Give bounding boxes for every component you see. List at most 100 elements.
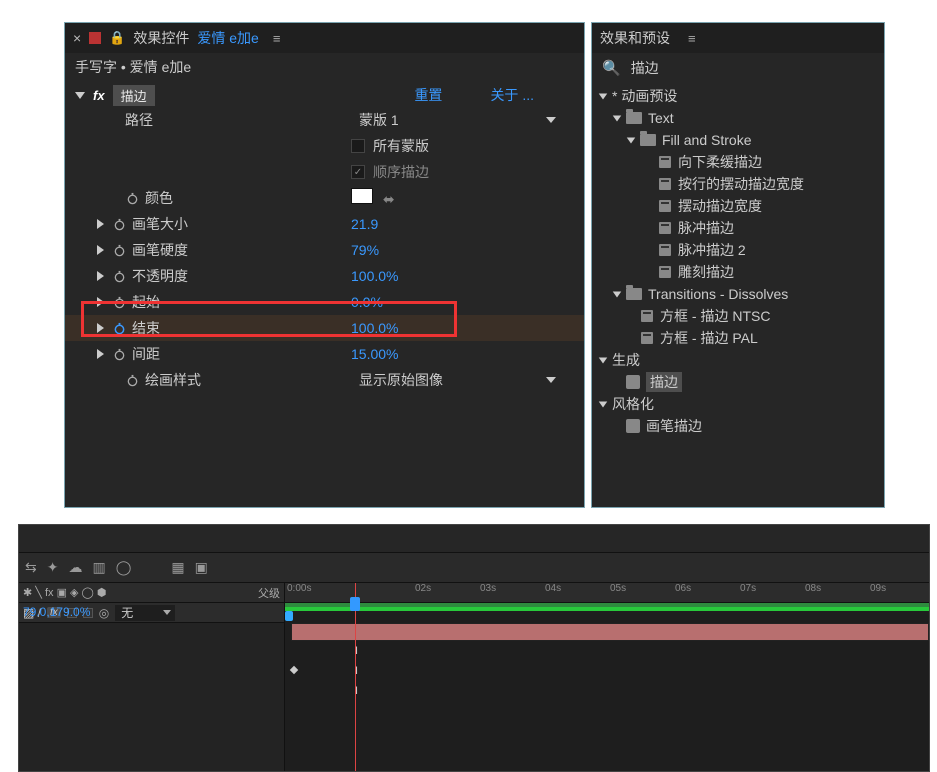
stopwatch-icon[interactable]: [112, 347, 126, 361]
panel-menu-icon[interactable]: ≡: [273, 31, 281, 46]
tree-anim-presets[interactable]: * 动画预设: [598, 85, 878, 107]
start-value[interactable]: 0.0%: [351, 294, 383, 310]
presets-tabbar: 效果和预设 ≡: [592, 23, 884, 53]
tree-preset-item[interactable]: 摆动描边宽度: [598, 195, 878, 217]
tree-transitions[interactable]: Transitions - Dissolves: [598, 283, 878, 305]
brush-size-value[interactable]: 21.9: [351, 216, 378, 232]
tool-icon[interactable]: ▣: [195, 559, 208, 576]
prop-brush-hard: 画笔硬度 79%: [65, 237, 584, 263]
effect-twirl-icon[interactable]: [75, 92, 85, 99]
panel-menu-icon[interactable]: ≡: [688, 31, 696, 46]
parent-pickwhip-icon[interactable]: ◎: [99, 606, 109, 620]
tree-stylize-item[interactable]: 画笔描边: [598, 415, 878, 437]
tool-icon[interactable]: ⇆: [25, 559, 37, 576]
tool-icon[interactable]: ◯: [116, 559, 132, 576]
end-value[interactable]: 100.0%: [351, 320, 398, 336]
eyedropper-icon[interactable]: ⬌: [383, 191, 395, 207]
twirl-right-icon[interactable]: [97, 297, 104, 307]
stopwatch-icon[interactable]: [112, 243, 126, 257]
layer-duration-bar[interactable]: [291, 623, 929, 641]
all-masks-checkbox[interactable]: [351, 139, 365, 153]
brush-hard-value[interactable]: 79%: [351, 242, 379, 258]
tree-generate-item[interactable]: 描边: [598, 371, 878, 393]
keyframe-icon[interactable]: [290, 666, 298, 674]
reset-link[interactable]: 重置: [414, 85, 442, 105]
tree-fill-stroke[interactable]: Fill and Stroke: [598, 129, 878, 151]
effect-name[interactable]: 描边: [113, 85, 155, 106]
stopwatch-icon[interactable]: [125, 373, 139, 387]
tree-stylize[interactable]: 风格化: [598, 393, 878, 415]
tool-icon[interactable]: ✦: [47, 559, 59, 576]
stopwatch-icon[interactable]: [112, 217, 126, 231]
scale-value[interactable]: 79.0,179.0%: [23, 605, 90, 619]
tree-generate[interactable]: 生成: [598, 349, 878, 371]
preset-icon: [658, 243, 672, 257]
tree-preset-item[interactable]: 向下柔缓描边: [598, 151, 878, 173]
tree-preset-item[interactable]: 雕刻描边: [598, 261, 878, 283]
preset-icon: [658, 177, 672, 191]
tree-preset-item[interactable]: 方框 - 描边 PAL: [598, 327, 878, 349]
stopwatch-icon[interactable]: [125, 191, 139, 205]
close-icon[interactable]: ×: [73, 30, 81, 46]
all-masks-label: 所有蒙版: [373, 136, 429, 156]
path-dropdown[interactable]: 蒙版 1: [351, 109, 564, 131]
work-area-bar[interactable]: [285, 607, 929, 611]
layer-link[interactable]: 爱情 e加e: [197, 28, 258, 48]
seq-stroke-checkbox[interactable]: ✓: [351, 165, 365, 179]
ruler-tick: 08s: [805, 583, 821, 594]
opacity-value[interactable]: 100.0%: [351, 268, 398, 284]
fx-badge-icon[interactable]: fx: [93, 88, 105, 103]
paint-style-dropdown[interactable]: 显示原始图像: [351, 369, 564, 391]
tree-text[interactable]: Text: [598, 107, 878, 129]
end-label: 结束: [132, 318, 160, 338]
time-ruler[interactable]: 0:00s 02s 03s 04s 05s 06s 07s 08s 09s: [285, 583, 929, 603]
spacing-value[interactable]: 15.00%: [351, 346, 398, 362]
work-area-start-handle[interactable]: [285, 611, 293, 621]
ruler-tick: 06s: [675, 583, 691, 594]
prop-brush-size: 画笔大小 21.9: [65, 211, 584, 237]
twirl-right-icon[interactable]: [97, 271, 104, 281]
twirl-right-icon[interactable]: [97, 219, 104, 229]
tree-preset-item[interactable]: 按行的摆动描边宽度: [598, 173, 878, 195]
effect-icon: [626, 419, 640, 433]
search-icon[interactable]: 🔍: [602, 59, 621, 77]
stopwatch-icon[interactable]: [112, 269, 126, 283]
prop-seq-stroke: ✓ 顺序描边: [65, 159, 584, 185]
tool-icon[interactable]: ▥: [92, 559, 105, 576]
brush-size-label: 画笔大小: [132, 214, 188, 234]
playhead[interactable]: [355, 583, 356, 771]
twirl-right-icon[interactable]: [97, 349, 104, 359]
playhead-handle-icon[interactable]: [350, 597, 360, 611]
col-switches-icon: ✱ ╲ fx ▣ ◈ ◯ ⬢: [23, 586, 107, 599]
twirl-right-icon[interactable]: [97, 323, 104, 333]
effect-header: fx 描边 重置 关于 ...: [65, 83, 584, 107]
timeline-track-area[interactable]: 0:00s 02s 03s 04s 05s 06s 07s 08s 09s I …: [285, 583, 929, 771]
parent-dropdown[interactable]: 无: [115, 605, 175, 621]
stopwatch-icon[interactable]: [112, 295, 126, 309]
about-link[interactable]: 关于 ...: [490, 85, 534, 105]
record-indicator-icon: [89, 32, 101, 44]
twirl-right-icon[interactable]: [97, 245, 104, 255]
lock-icon[interactable]: 🔒: [109, 30, 125, 46]
search-input[interactable]: 描边: [631, 58, 659, 78]
prop-start: 起始 0.0%: [65, 289, 584, 315]
preset-icon: [640, 331, 654, 345]
tool-icon[interactable]: ▦: [171, 559, 184, 576]
timeline-toolbar: ⇆ ✦ ☁ ▥ ◯ ▦ ▣: [19, 553, 929, 583]
tool-icon[interactable]: ☁: [68, 559, 82, 576]
timeline-tabbar: [19, 525, 929, 553]
preset-icon: [658, 221, 672, 235]
stopwatch-active-icon[interactable]: [112, 321, 126, 335]
timeline-panel: ⇆ ✦ ☁ ▥ ◯ ▦ ▣ ✱ ╲ fx ▣ ◈ ◯ ⬢ 父级 ▨ / fx ◎…: [18, 524, 930, 772]
path-value: 蒙版 1: [359, 110, 399, 130]
brush-hard-label: 画笔硬度: [132, 240, 188, 260]
tree-preset-item[interactable]: 脉冲描边 2: [598, 239, 878, 261]
tree-preset-item[interactable]: 脉冲描边: [598, 217, 878, 239]
preset-icon: [658, 265, 672, 279]
prop-paint-style: 绘画样式 显示原始图像: [65, 367, 584, 393]
prop-spacing: 间距 15.00%: [65, 341, 584, 367]
color-swatch[interactable]: [351, 188, 373, 204]
ruler-tick: 03s: [480, 583, 496, 594]
tree-preset-item[interactable]: 方框 - 描边 NTSC: [598, 305, 878, 327]
folder-icon: [626, 112, 642, 124]
